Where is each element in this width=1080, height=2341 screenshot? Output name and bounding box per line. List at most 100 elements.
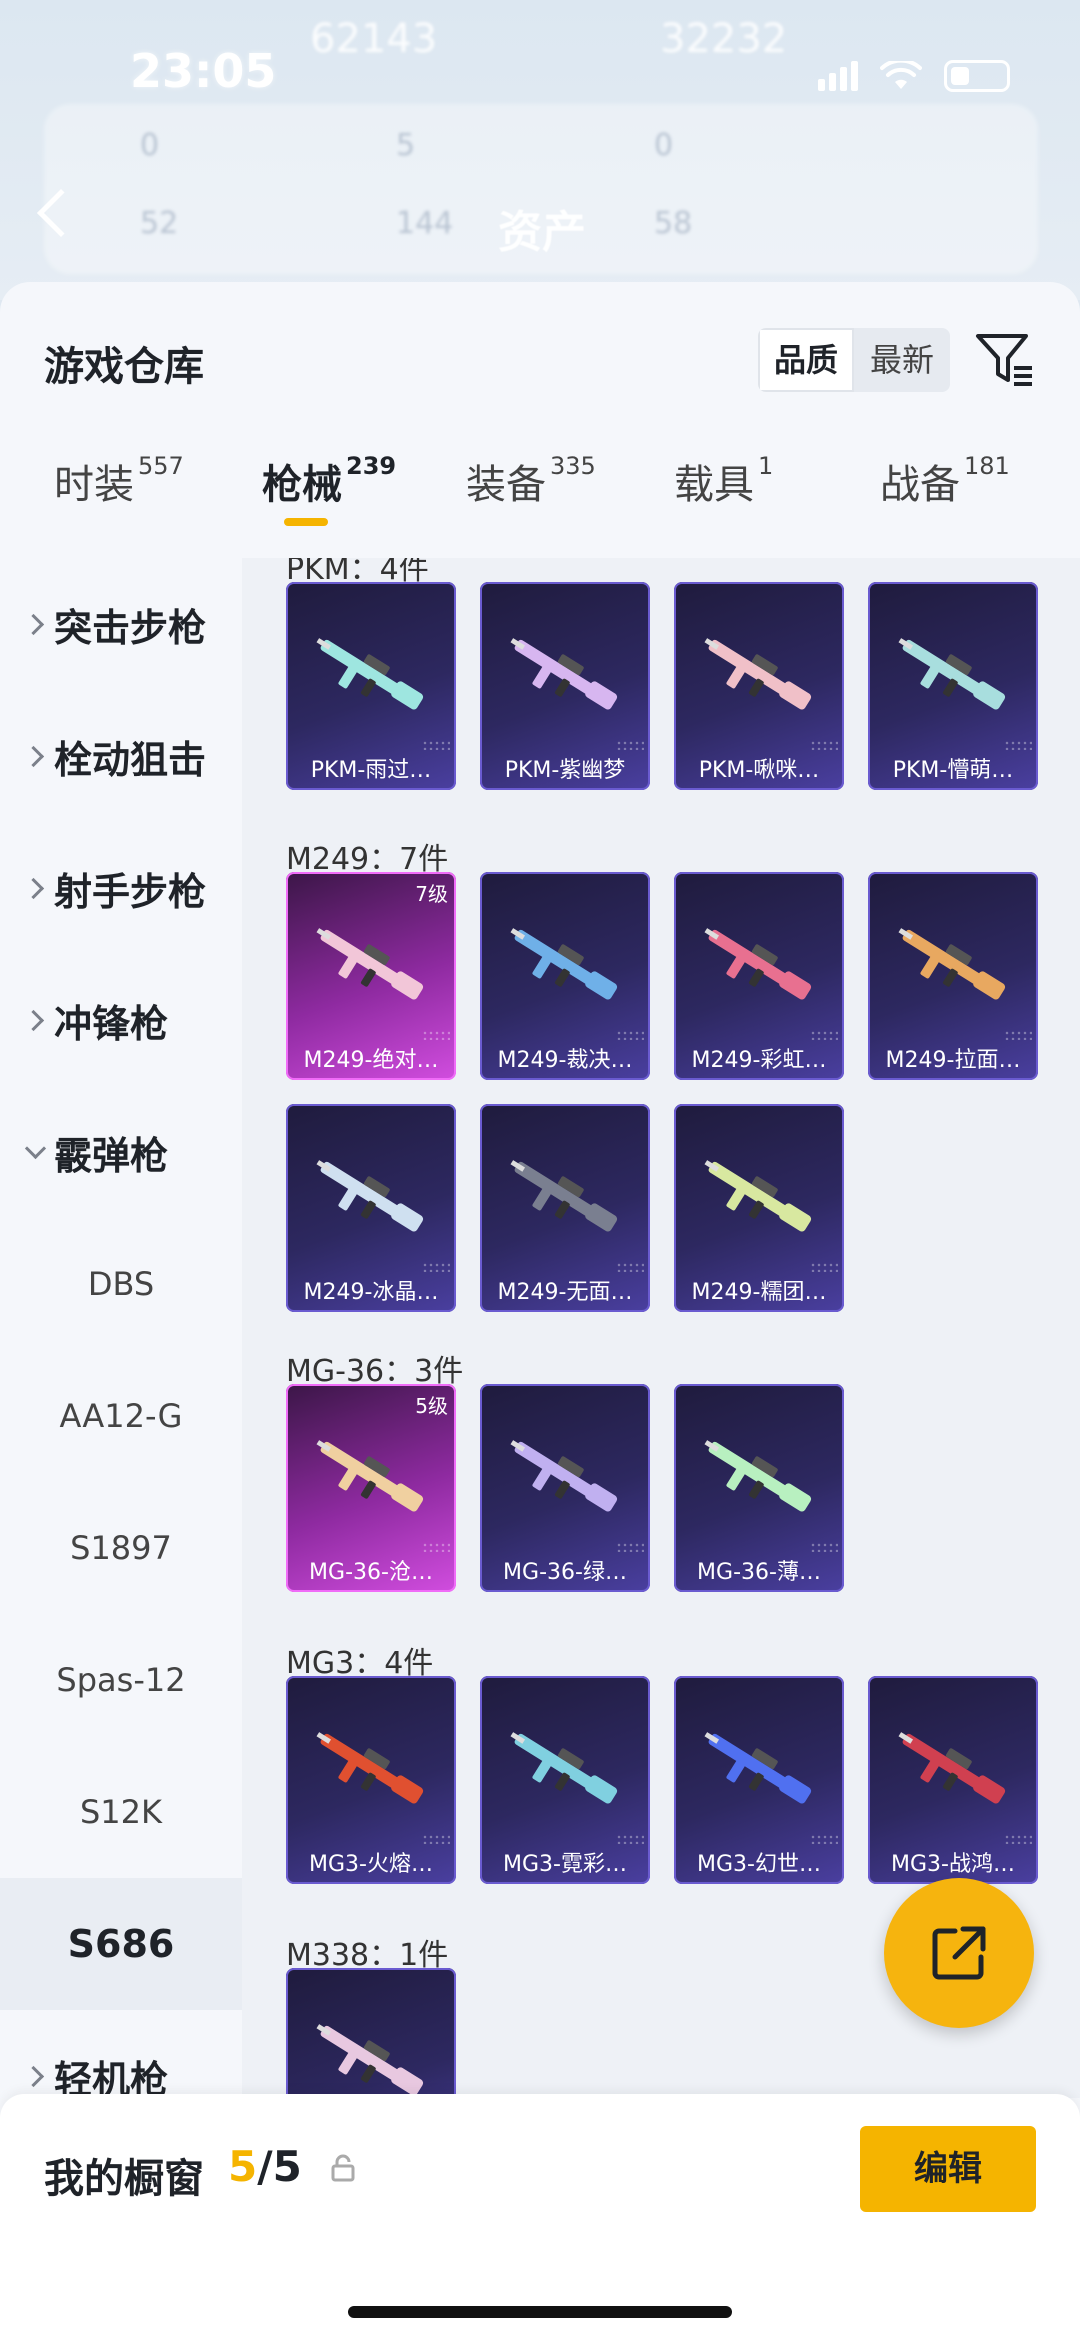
chevron-right-icon bbox=[20, 609, 50, 639]
tab-vehicles[interactable]: 载具 1 bbox=[674, 452, 773, 510]
status-time: 23:05 bbox=[130, 44, 277, 98]
weapon-name: M249-拉面… bbox=[885, 1048, 1021, 1073]
sort-toggle: 品质 最新 bbox=[758, 328, 951, 392]
weapon-name: PKM-懵萌… bbox=[892, 758, 1014, 783]
weapon-card[interactable]: M249-彩虹… bbox=[674, 872, 844, 1080]
wifi-icon bbox=[880, 61, 922, 89]
gun-icon bbox=[316, 2024, 424, 2096]
warehouse-sheet: 游戏仓库 品质 最新 时装 557 枪械 239 装备 335 载具 1 战备 181 bbox=[0, 282, 1080, 2341]
ghost-number: 0 bbox=[140, 128, 160, 163]
sidebar-item-smg[interactable]: 冲锋枪 bbox=[0, 954, 242, 1086]
background-title: 资产 bbox=[498, 207, 586, 258]
tab-firearms[interactable]: 枪械 239 bbox=[262, 452, 396, 526]
chevron-right-icon bbox=[20, 873, 50, 903]
share-fab[interactable] bbox=[884, 1878, 1034, 2028]
weapon-card[interactable]: MG3-战鸿… bbox=[868, 1676, 1038, 1884]
gun-icon bbox=[898, 1732, 1006, 1804]
tab-supplies[interactable]: 战备 181 bbox=[880, 452, 1010, 510]
weapon-card[interactable]: M249-糯团… bbox=[674, 1104, 844, 1312]
sidebar-subitem-s686[interactable]: S686 bbox=[0, 1878, 242, 2010]
gun-icon bbox=[510, 638, 618, 710]
tab-equipment[interactable]: 装备 335 bbox=[466, 452, 596, 510]
weapon-card[interactable]: MG3-火熔… bbox=[286, 1676, 456, 1884]
signal-icon bbox=[818, 61, 858, 91]
gun-icon bbox=[704, 1160, 812, 1232]
ghost-number: 144 bbox=[396, 206, 454, 241]
weapon-name: MG3-幻世… bbox=[697, 1852, 821, 1877]
weapon-card[interactable]: PKM-啾咪… bbox=[674, 582, 844, 790]
chevron-down-icon bbox=[20, 1137, 50, 1167]
background-header: 23:05 62143 32232 0 5 0 52 144 58 资产 bbox=[0, 0, 1080, 300]
sidebar-item-marksman-rifle[interactable]: 射手步枪 bbox=[0, 822, 242, 954]
weapon-name: M249-绝对… bbox=[303, 1048, 439, 1073]
gun-icon bbox=[510, 1440, 618, 1512]
weapon-name: PKM-紫幽梦 bbox=[504, 758, 626, 783]
ghost-number: 62143 bbox=[310, 16, 438, 62]
gun-icon bbox=[898, 638, 1006, 710]
ghost-number: 0 bbox=[654, 128, 674, 163]
gun-icon bbox=[316, 638, 424, 710]
weapon-name: PKM-雨过… bbox=[310, 758, 432, 783]
weapon-name: M249-糯团… bbox=[691, 1280, 827, 1305]
level-badge: 7级 bbox=[415, 882, 448, 906]
chevron-right-icon bbox=[20, 2061, 50, 2091]
gun-icon bbox=[704, 1440, 812, 1512]
weapon-card[interactable]: 5级 MG-36-沧… bbox=[286, 1384, 456, 1592]
home-indicator bbox=[348, 2306, 732, 2318]
sort-quality-button[interactable]: 品质 bbox=[758, 328, 855, 392]
sidebar-subitem-spas12[interactable]: Spas-12 bbox=[0, 1614, 242, 1746]
filter-icon[interactable] bbox=[974, 330, 1036, 390]
weapon-name: MG3-火熔… bbox=[309, 1852, 433, 1877]
category-tabs: 时装 557 枪械 239 装备 335 载具 1 战备 181 bbox=[0, 452, 1080, 558]
weapon-card[interactable]: MG3-霓彩… bbox=[480, 1676, 650, 1884]
weapon-name: M249-彩虹… bbox=[691, 1048, 827, 1073]
ghost-number: 52 bbox=[140, 206, 179, 241]
sidebar-item-shotgun[interactable]: 霰弹枪 bbox=[0, 1086, 242, 1218]
weapon-name: M249-冰晶… bbox=[303, 1280, 439, 1305]
weapon-name: PKM-啾咪… bbox=[698, 758, 820, 783]
sidebar-subitem-s12k[interactable]: S12K bbox=[0, 1746, 242, 1878]
weapon-card[interactable]: M249-裁决… bbox=[480, 872, 650, 1080]
gun-icon bbox=[510, 1732, 618, 1804]
showcase-label: 我的橱窗 bbox=[44, 2156, 204, 2202]
weapon-card[interactable]: MG3-幻世… bbox=[674, 1676, 844, 1884]
lock-icon bbox=[331, 2154, 355, 2182]
weapon-card[interactable]: 7级 M249-绝对… bbox=[286, 872, 456, 1080]
gun-icon bbox=[704, 638, 812, 710]
sheet-title: 游戏仓库 bbox=[44, 344, 204, 390]
gun-icon bbox=[510, 1160, 618, 1232]
weapon-card[interactable]: PKM-雨过… bbox=[286, 582, 456, 790]
weapon-card[interactable]: MG-36-绿… bbox=[480, 1384, 650, 1592]
weapon-card[interactable]: M249-冰晶… bbox=[286, 1104, 456, 1312]
weapon-name: MG-36-薄… bbox=[697, 1560, 821, 1585]
showcase-bar: 我的橱窗 5/5 编辑 bbox=[0, 2094, 1080, 2341]
tab-fashion[interactable]: 时装 557 bbox=[54, 452, 184, 510]
weapon-card[interactable]: M249-拉面… bbox=[868, 872, 1038, 1080]
battery-icon bbox=[944, 60, 1010, 92]
sidebar-subitem-s1897[interactable]: S1897 bbox=[0, 1482, 242, 1614]
weapon-name: MG3-战鸿… bbox=[891, 1852, 1015, 1877]
weapon-card[interactable]: MG-36-薄… bbox=[674, 1384, 844, 1592]
weapon-card[interactable]: M249-无面… bbox=[480, 1104, 650, 1312]
gun-icon bbox=[898, 928, 1006, 1000]
ghost-number: 32232 bbox=[660, 16, 788, 62]
sidebar-item-bolt-sniper[interactable]: 栓动狙击 bbox=[0, 690, 242, 822]
weapon-card[interactable]: PKM-紫幽梦 bbox=[480, 582, 650, 790]
share-icon bbox=[932, 1926, 986, 1980]
sidebar-subitem-aa12g[interactable]: AA12-G bbox=[0, 1350, 242, 1482]
chevron-right-icon bbox=[20, 1005, 50, 1035]
edit-button[interactable]: 编辑 bbox=[860, 2126, 1036, 2212]
gun-icon bbox=[704, 928, 812, 1000]
weapon-category-sidebar: 突击步枪 栓动狙击 射手步枪 冲锋枪 霰弹枪 DBS AA12-G S1897 … bbox=[0, 558, 242, 2158]
sidebar-item-assault-rifle[interactable]: 突击步枪 bbox=[0, 558, 242, 690]
sidebar-subitem-dbs[interactable]: DBS bbox=[0, 1218, 242, 1350]
weapon-name: MG3-霓彩… bbox=[503, 1852, 627, 1877]
gun-icon bbox=[704, 1732, 812, 1804]
weapon-name: MG-36-绿… bbox=[503, 1560, 627, 1585]
weapon-card[interactable] bbox=[286, 1968, 456, 2098]
weapon-card[interactable]: PKM-懵萌… bbox=[868, 582, 1038, 790]
gun-icon bbox=[510, 928, 618, 1000]
gun-icon bbox=[316, 928, 424, 1000]
weapon-name: M249-无面… bbox=[497, 1280, 633, 1305]
sort-newest-button[interactable]: 最新 bbox=[854, 328, 950, 392]
